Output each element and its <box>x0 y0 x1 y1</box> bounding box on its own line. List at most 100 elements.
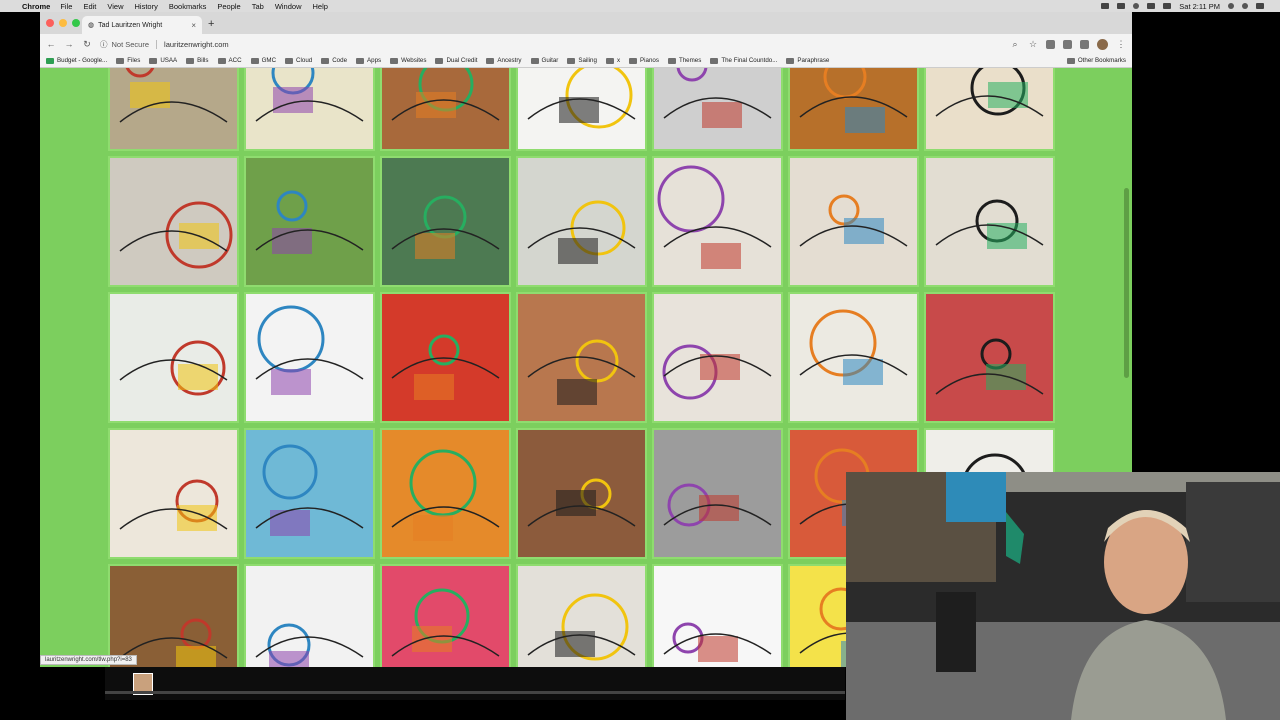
artwork-thumbnail[interactable] <box>652 68 783 151</box>
menu-tab[interactable]: Tab <box>252 2 264 11</box>
artwork-thumbnail[interactable] <box>516 156 647 287</box>
bookmark-x[interactable]: x <box>605 57 620 64</box>
bookmark-bills[interactable]: Bills <box>186 57 209 64</box>
bookmark-usaa[interactable]: USAA <box>149 57 177 64</box>
reload-icon[interactable]: ↻ <box>82 39 92 50</box>
artwork-image <box>935 338 1044 395</box>
folder-icon <box>629 57 638 64</box>
close-window-button[interactable] <box>46 19 54 27</box>
bookmark-websites[interactable]: Websites <box>390 57 426 64</box>
artwork-thumbnail[interactable] <box>788 292 919 423</box>
artwork-thumbnail[interactable] <box>652 156 783 287</box>
zoom-icon[interactable]: ⌕ <box>1010 39 1020 50</box>
artwork-thumbnail[interactable] <box>380 156 511 287</box>
maximize-window-button[interactable] <box>72 19 80 27</box>
video-progress-bar[interactable] <box>105 691 845 694</box>
tab-close-icon[interactable]: × <box>191 21 196 30</box>
artwork-thumbnail[interactable] <box>516 292 647 423</box>
folder-icon <box>567 57 576 64</box>
menu-clock[interactable]: Sat 2:11 PM <box>1179 2 1220 11</box>
artwork-thumbnail[interactable] <box>380 564 511 667</box>
artwork-image <box>255 444 364 536</box>
artwork-thumbnail[interactable] <box>108 564 239 667</box>
spotlight-icon[interactable] <box>1228 3 1234 9</box>
artwork-thumbnail[interactable] <box>108 292 239 423</box>
bookmark-budget[interactable]: Budget - Google... <box>46 57 107 64</box>
artwork-thumbnail[interactable] <box>244 564 375 667</box>
bookmark-cloud[interactable]: Cloud <box>285 57 312 64</box>
artwork-thumbnail[interactable] <box>244 68 375 151</box>
artwork-thumbnail[interactable] <box>380 292 511 423</box>
artwork-thumbnail[interactable] <box>108 156 239 287</box>
artwork-thumbnail[interactable] <box>924 68 1055 151</box>
battery-icon[interactable] <box>1163 3 1172 9</box>
menu-people[interactable]: People <box>217 2 240 11</box>
menu-edit[interactable]: Edit <box>83 2 96 11</box>
wifi-icon[interactable] <box>1133 3 1140 9</box>
folder-icon <box>186 57 195 64</box>
artwork-thumbnail[interactable] <box>380 428 511 559</box>
bookmark-files[interactable]: Files <box>116 57 140 64</box>
bookmark-final-countdown[interactable]: The Final Countdo... <box>710 57 777 64</box>
notification-center-icon[interactable] <box>1256 3 1264 9</box>
user-icon[interactable] <box>1242 3 1248 9</box>
screen-icon[interactable] <box>1101 3 1110 9</box>
artwork-thumbnail[interactable] <box>244 428 375 559</box>
menu-bookmarks[interactable]: Bookmarks <box>169 2 207 11</box>
artwork-thumbnail[interactable] <box>788 68 919 151</box>
bookmark-pianos[interactable]: Pianos <box>629 57 659 64</box>
artwork-thumbnail[interactable] <box>516 428 647 559</box>
artwork-image <box>391 195 500 259</box>
airplay-icon[interactable] <box>1117 3 1126 9</box>
bookmark-other[interactable]: Other Bookmarks <box>1066 57 1126 64</box>
extension-icon[interactable] <box>1046 39 1055 49</box>
volume-icon[interactable] <box>1147 3 1156 9</box>
browser-menu-icon[interactable]: ⋮ <box>1116 39 1126 50</box>
address-bar[interactable]: ⓘ Not Secure lauritzenwright.com <box>100 36 1002 52</box>
menu-history[interactable]: History <box>135 2 158 11</box>
bookmark-star-icon[interactable]: ☆ <box>1028 39 1038 50</box>
bookmark-paraphrase[interactable]: Paraphrase <box>786 57 829 64</box>
minimize-window-button[interactable] <box>59 19 67 27</box>
bookmark-acc[interactable]: ACC <box>217 57 242 64</box>
bookmark-sailing[interactable]: Sailing <box>567 57 597 64</box>
folder-icon <box>217 57 226 64</box>
bookmark-dual-credit[interactable]: Dual Credit <box>435 57 477 64</box>
bookmark-guitar[interactable]: Guitar <box>530 57 558 64</box>
artwork-thumbnail[interactable] <box>924 156 1055 287</box>
artwork-thumbnail[interactable] <box>108 68 239 151</box>
artwork-thumbnail[interactable] <box>924 292 1055 423</box>
menu-window[interactable]: Window <box>275 2 302 11</box>
info-icon[interactable]: ⓘ <box>100 39 108 50</box>
artwork-image <box>799 309 908 385</box>
new-tab-icon[interactable]: + <box>208 18 214 30</box>
artwork-thumbnail[interactable] <box>244 156 375 287</box>
bookmark-code[interactable]: Code <box>321 57 347 64</box>
forward-icon[interactable]: → <box>64 39 74 49</box>
back-icon[interactable]: ← <box>46 39 56 49</box>
artwork-thumbnail[interactable] <box>652 564 783 667</box>
bookmark-apps[interactable]: Apps <box>356 57 381 64</box>
artwork-thumbnail[interactable] <box>788 156 919 287</box>
artwork-thumbnail[interactable] <box>244 292 375 423</box>
screenshot-extension-icon[interactable] <box>1080 39 1089 49</box>
profile-avatar[interactable] <box>1097 38 1108 50</box>
scrollbar[interactable] <box>1124 188 1129 378</box>
url-text[interactable]: lauritzenwright.com <box>164 40 229 49</box>
menu-view[interactable]: View <box>107 2 123 11</box>
artwork-thumbnail[interactable] <box>380 68 511 151</box>
artwork-thumbnail[interactable] <box>652 292 783 423</box>
bookmark-ancestry[interactable]: Ancestry <box>486 57 522 64</box>
artwork-thumbnail[interactable] <box>108 428 239 559</box>
tab-active[interactable]: ◍ Tad Lauritzen Wright × <box>82 16 202 34</box>
cast-icon[interactable] <box>1063 39 1072 49</box>
menu-file[interactable]: File <box>60 2 72 11</box>
app-menu-chrome[interactable]: Chrome <box>22 2 50 11</box>
bookmark-gmc[interactable]: GMC <box>250 57 276 64</box>
bookmark-themes[interactable]: Themes <box>667 57 701 64</box>
artwork-thumbnail[interactable] <box>516 68 647 151</box>
artwork-thumbnail[interactable] <box>516 564 647 667</box>
artwork-thumbnail[interactable] <box>652 428 783 559</box>
artwork-image <box>663 68 772 128</box>
menu-help[interactable]: Help <box>313 2 328 11</box>
